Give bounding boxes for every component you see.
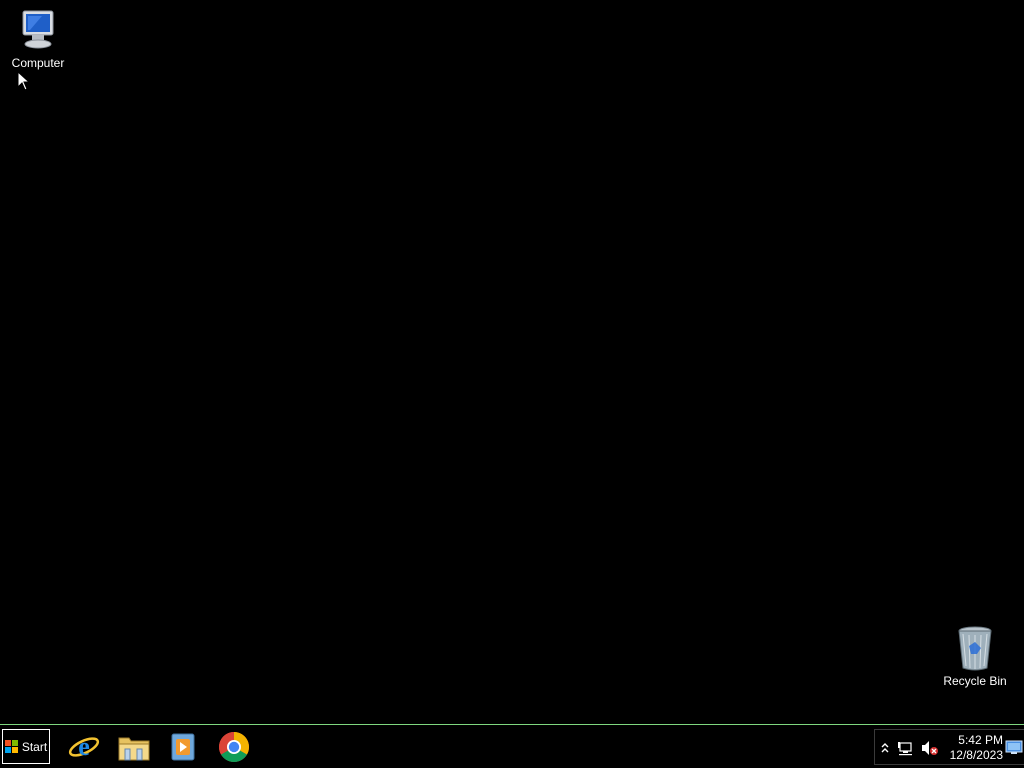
clock-time: 5:42 PM — [958, 733, 1003, 747]
clock-date: 12/8/2023 — [949, 748, 1003, 762]
chrome-icon — [218, 732, 250, 763]
show-desktop-icon[interactable] — [1005, 738, 1023, 756]
computer-icon — [22, 10, 54, 49]
show-hidden-icons-button[interactable] — [876, 739, 894, 757]
file-explorer-icon — [118, 737, 150, 761]
taskbar-pinned-file-explorer[interactable] — [114, 730, 154, 764]
taskbar-pinned-media-player[interactable] — [163, 730, 203, 764]
system-tray: 5:42 PM 12/8/2023 — [874, 729, 1024, 765]
desktop-icon-computer[interactable]: Computer — [0, 6, 78, 70]
taskbar: Start e 5:42 PM 12/8/2023 — [0, 724, 1024, 768]
clock[interactable]: 5:42 PM 12/8/2023 — [945, 733, 1003, 763]
desktop-icon-recycle-bin-label: Recycle Bin — [943, 674, 1007, 688]
desktop-icon-computer-label: Computer — [11, 56, 65, 70]
windows-logo-icon — [4, 739, 18, 753]
start-button[interactable]: Start — [2, 729, 50, 764]
network-icon — [898, 742, 912, 756]
taskbar-pinned-internet-explorer[interactable]: e — [64, 730, 104, 764]
network-tray-button[interactable] — [897, 739, 915, 757]
chevron-up-icon — [881, 743, 889, 753]
start-button-label: Start — [21, 739, 48, 754]
volume-muted-icon — [922, 741, 938, 755]
desktop-icon-recycle-bin[interactable]: Recycle Bin — [935, 624, 1015, 688]
volume-tray-button[interactable] — [921, 739, 939, 757]
recycle-bin-icon — [958, 626, 992, 671]
internet-explorer-icon: e — [68, 732, 100, 761]
taskbar-pinned-chrome[interactable] — [214, 730, 254, 764]
svg-text:e: e — [78, 732, 90, 761]
mouse-cursor-icon — [17, 71, 31, 91]
media-player-icon — [171, 733, 195, 761]
desktop[interactable]: Computer Recycle Bin — [0, 0, 1024, 724]
